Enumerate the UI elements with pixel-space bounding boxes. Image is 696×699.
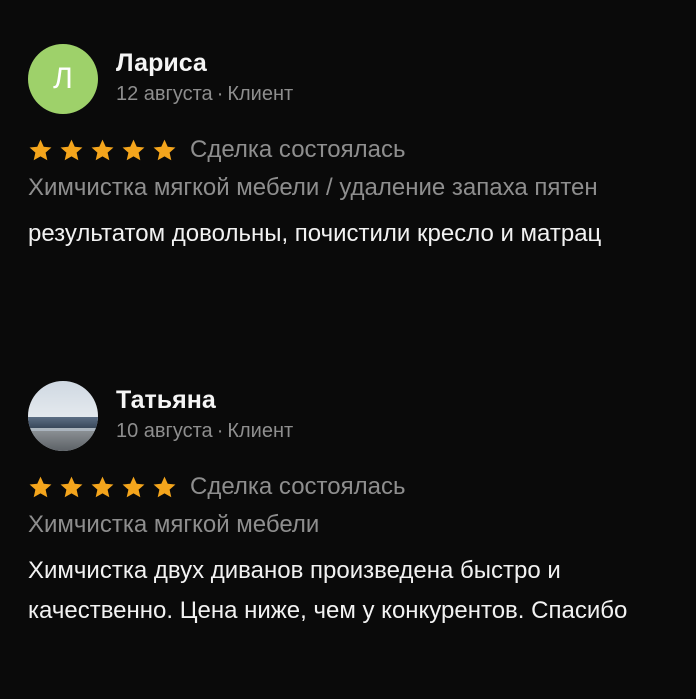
star-icon [153,476,176,497]
star-rating [28,475,183,500]
review-header: Л Лариса 12 августа · Клиент [28,42,672,116]
reviewer-role: Клиент [227,83,294,105]
review-card: Татьяна 10 августа · Клиент Сделка состоял… [28,379,672,631]
star-icon [122,476,145,497]
review-text: Химчистка двух диванов произведена быстр… [28,557,628,624]
meta-separator: · [216,420,224,442]
reviewer-info: Лариса 12 августа · Клиент [116,47,293,107]
avatar-letter: Л [53,62,73,95]
star-icon [29,139,52,160]
review-meta: 10 августа · Клиент [116,418,293,444]
avatar[interactable] [28,381,98,451]
review-header: Татьяна 10 августа · Клиент [28,379,672,453]
rating-row: Сделка состоялась [28,471,672,503]
star-icon [153,139,176,160]
service-name: Химчистка мягкой мебели [28,511,320,538]
review-text: результатом довольны, почистили кресло и… [28,220,602,247]
review-date: 12 августа [116,83,213,105]
star-icon [60,476,83,497]
review-date: 10 августа [116,420,213,442]
reviewer-name[interactable]: Лариса [116,47,293,79]
review-meta: 12 августа · Клиент [116,81,293,107]
deal-status: Сделка состоялась [190,473,406,500]
star-icon [91,476,114,497]
star-icon [60,139,83,160]
reviewer-info: Татьяна 10 августа · Клиент [116,384,293,444]
star-icon [91,139,114,160]
service-name: Химчистка мягкой мебели / удаление запах… [28,174,598,201]
review-card: Л Лариса 12 августа · Клиент Сделка состоя… [28,42,672,254]
sea-landscape-photo [28,381,98,451]
deal-status: Сделка состоялась [190,136,406,163]
avatar[interactable]: Л [28,44,98,114]
reviewer-name[interactable]: Татьяна [116,384,293,416]
reviewer-role: Клиент [227,420,294,442]
star-rating [28,138,183,163]
meta-separator: · [216,83,224,105]
star-icon [122,139,145,160]
star-icon [29,476,52,497]
rating-row: Сделка состоялась [28,134,672,166]
